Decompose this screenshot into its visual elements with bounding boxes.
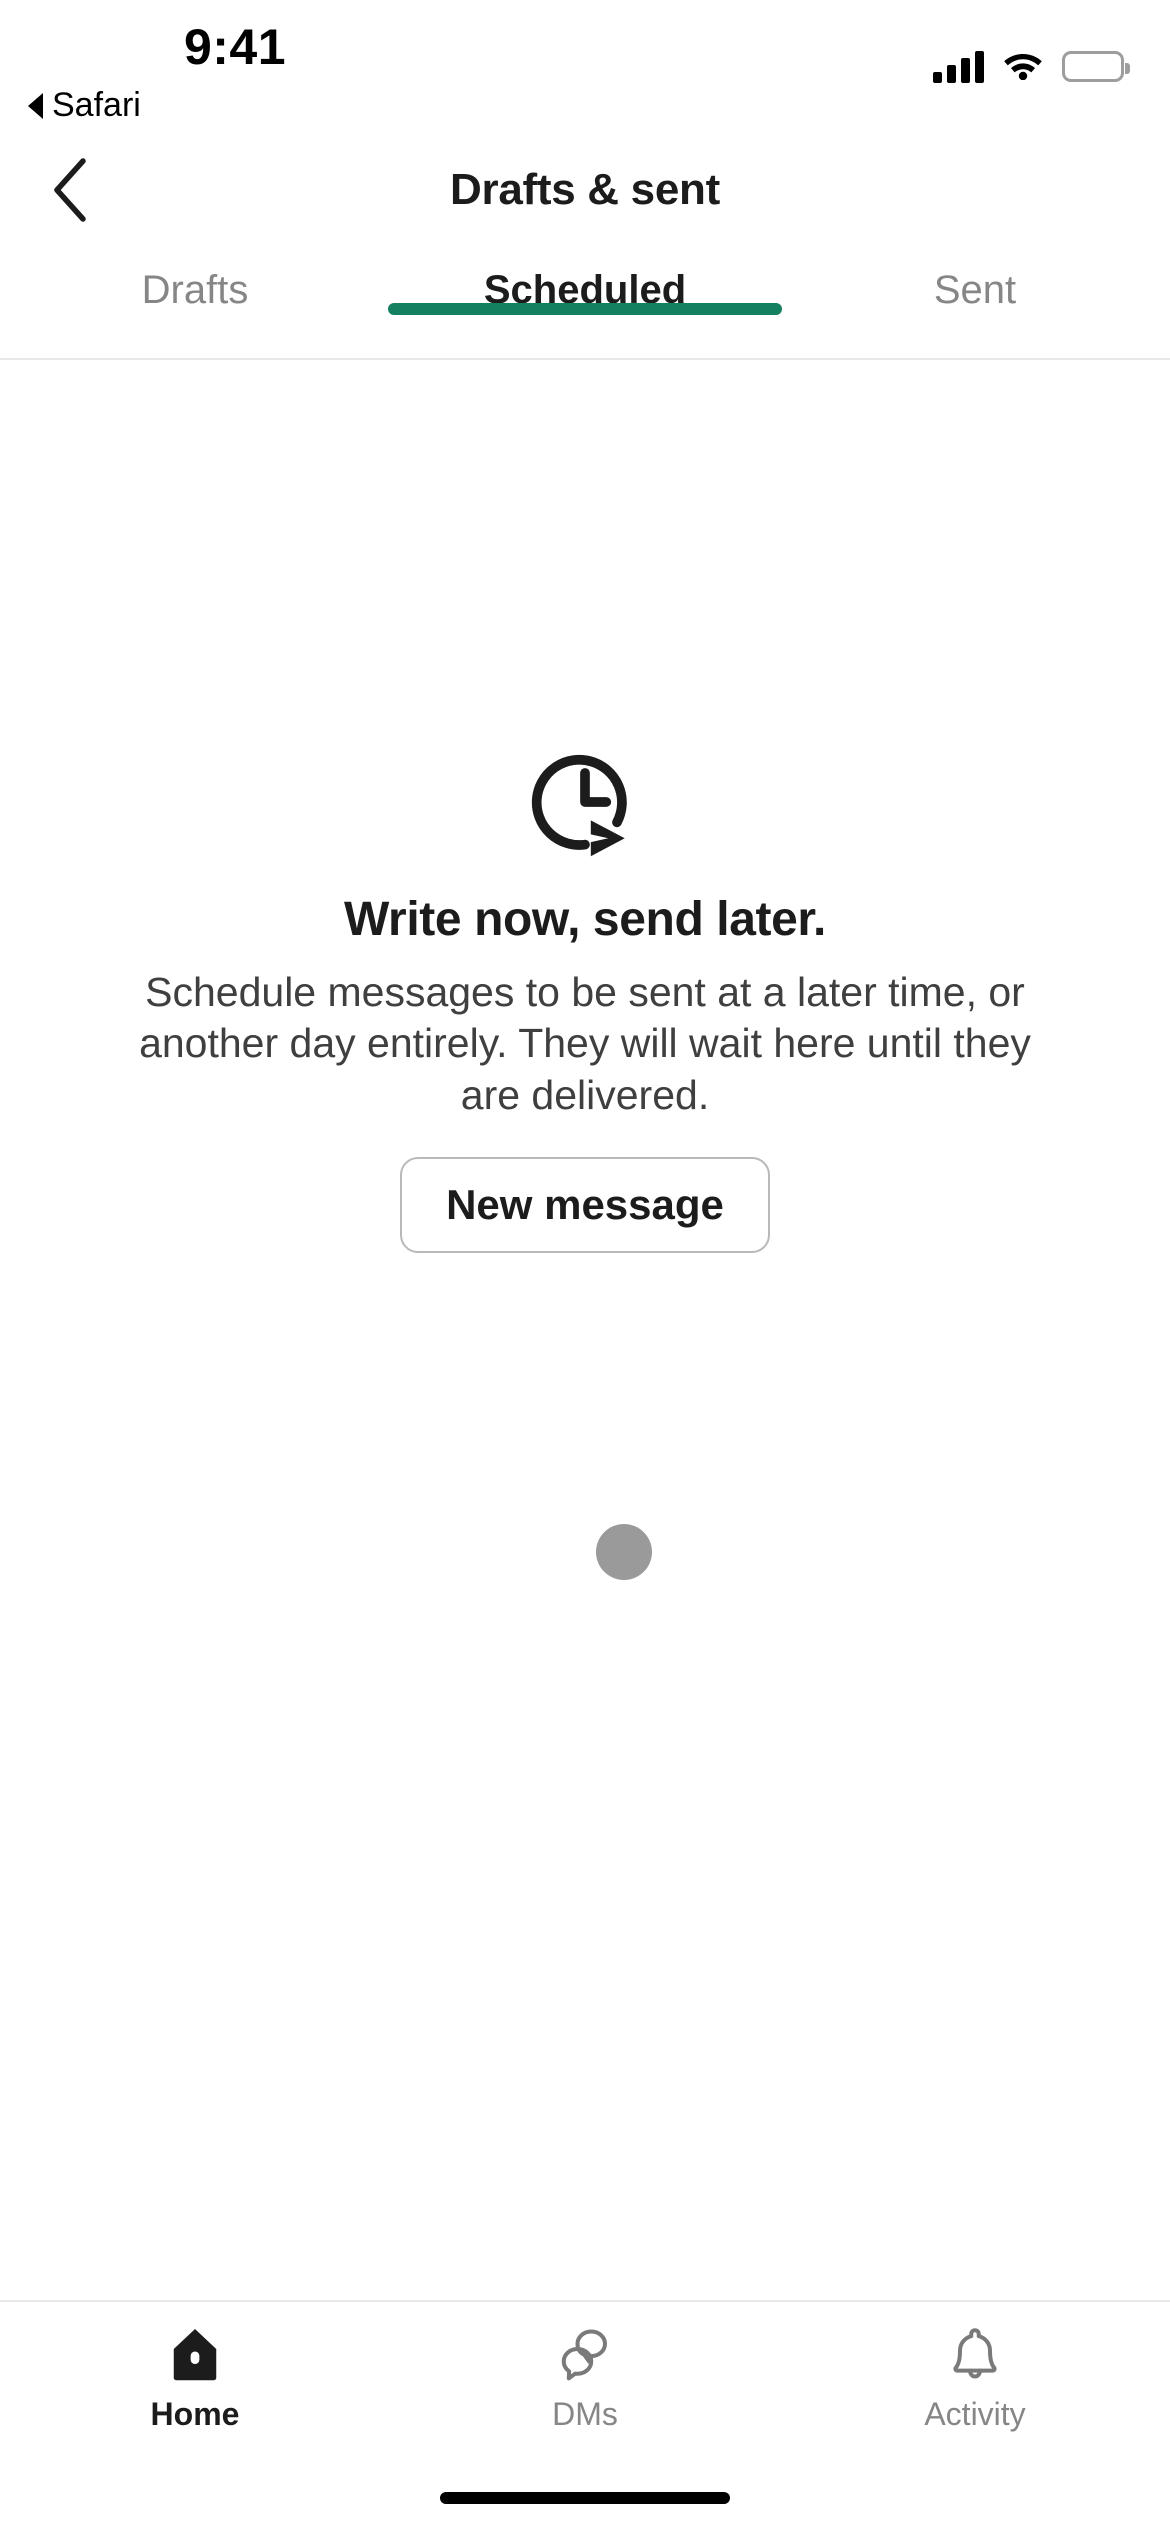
chat-bubbles-icon <box>561 2329 607 2381</box>
home-indicator[interactable] <box>440 2492 730 2504</box>
home-icon <box>173 2329 217 2381</box>
bottom-nav-activity-label: Activity <box>924 2396 1026 2432</box>
new-message-button[interactable]: New message <box>400 1156 770 1253</box>
triangle-left-icon <box>28 92 43 119</box>
nav-header: Drafts & sent <box>0 134 1170 246</box>
empty-state-title: Write now, send later. <box>344 893 826 946</box>
bottom-navigation-bar: Home DMs Activity <box>0 2300 1170 2464</box>
bottom-nav-dms[interactable]: DMs <box>390 2324 780 2433</box>
return-to-safari-button[interactable]: Safari <box>28 86 141 125</box>
back-button[interactable] <box>34 154 106 226</box>
status-bar: 9:41 Safari <box>0 0 1170 134</box>
scheduled-empty-state: Write now, send later. Schedule messages… <box>0 360 1170 2300</box>
cellular-signal-icon <box>933 50 984 83</box>
phone-screen: 9:41 Safari Drafts & sent Drafts Schedul… <box>0 0 1170 2532</box>
empty-state-description: Schedule messages to be sent at a later … <box>139 969 1031 1118</box>
bottom-nav-activity[interactable]: Activity <box>780 2324 1170 2433</box>
bell-icon <box>953 2328 997 2379</box>
tab-drafts[interactable]: Drafts <box>0 246 390 313</box>
tab-scheduled[interactable]: Scheduled <box>388 246 782 315</box>
bottom-nav-dms-label: DMs <box>552 2396 618 2432</box>
tab-sent-label: Sent <box>933 268 1017 312</box>
bottom-nav-home[interactable]: Home <box>0 2324 390 2433</box>
tab-bar: Drafts Scheduled Sent <box>0 246 1170 360</box>
return-app-label: Safari <box>52 86 141 124</box>
tab-drafts-label: Drafts <box>141 268 249 312</box>
status-time: 9:41 <box>183 19 287 75</box>
bottom-nav-home-label: Home <box>150 2396 240 2432</box>
active-tab-underline <box>388 303 782 315</box>
clock-send-later-icon <box>531 754 627 857</box>
battery-full-icon <box>1062 51 1130 82</box>
wifi-icon <box>1002 48 1044 85</box>
home-indicator-area <box>0 2464 1170 2532</box>
page-title: Drafts & sent <box>450 165 720 214</box>
chevron-left-icon <box>54 158 86 222</box>
status-indicators <box>933 48 1130 85</box>
tab-sent[interactable]: Sent <box>780 246 1170 313</box>
